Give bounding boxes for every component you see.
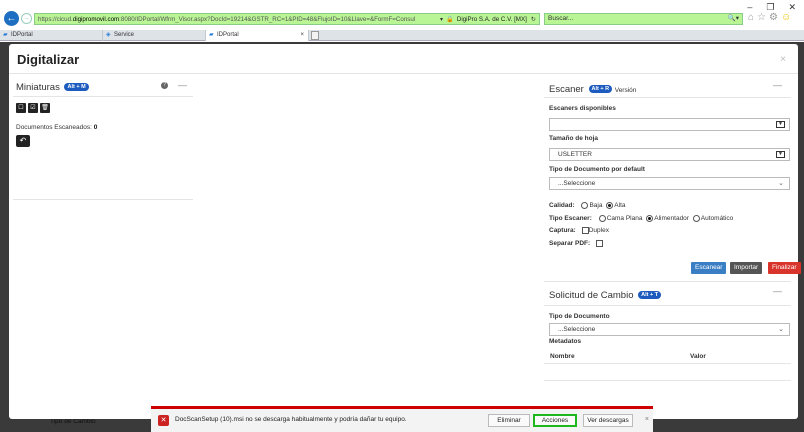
quality-high-radio[interactable] — [606, 202, 614, 209]
back-arrow-icon[interactable]: ← — [4, 11, 19, 26]
help-icon[interactable]: ? — [161, 82, 168, 89]
divider — [544, 305, 791, 306]
site-identity[interactable]: DigiPro S.A. de C.V. [MX] — [457, 16, 527, 23]
tab-idportal-1[interactable]: ▰ IDPortal — [0, 30, 103, 41]
tab-strip: ▰ IDPortal ◈ Service ▰ IDPortal × — [0, 30, 804, 41]
minimize-panel-icon[interactable]: — — [773, 286, 782, 296]
miniaturas-title: Miniaturas Alt + M — [16, 82, 89, 93]
flatbed-radio[interactable] — [598, 215, 606, 222]
metadata-label: Metadatos — [549, 338, 582, 345]
modal-title: Digitalizar — [17, 52, 80, 67]
feedback-smiley-icon[interactable]: ☺ — [781, 12, 791, 23]
tab-idportal-active[interactable]: ▰ IDPortal × — [206, 30, 309, 41]
scanner-type-row: Tipo Escaner: Cama Plana Alimentador Aut… — [549, 215, 734, 223]
doctype-label: Tipo de Documento por default — [549, 166, 645, 173]
escaner-panel: Escaner Alt + R Versión — Escaners dispo… — [544, 76, 801, 286]
divider — [544, 97, 791, 98]
view-downloads-button[interactable]: Ver descargas — [583, 414, 633, 427]
quality-row: Calidad: Baja Alta — [549, 202, 626, 210]
column-header-name: Nombre — [550, 353, 575, 360]
minimize-panel-icon[interactable]: — — [178, 80, 187, 90]
address-bar[interactable]: https://cicud.digipromovil.com:8080/IDPo… — [34, 13, 540, 25]
miniaturas-panel: Miniaturas Alt + M ? — ☐ ☑ 🗑 Documentos … — [13, 76, 193, 200]
scan-button[interactable]: Escanear — [691, 262, 727, 274]
browser-chrome: – ❐ ✕ ← → https://cicud.digipromovil.com… — [0, 0, 804, 42]
select-all-icon[interactable]: ☑ — [28, 103, 38, 113]
chevron-down-icon: ⌄ — [778, 326, 784, 333]
duplex-checkbox[interactable] — [581, 227, 589, 234]
actions-button[interactable]: Acciones — [533, 414, 577, 427]
delete-button[interactable]: Eliminar — [488, 414, 530, 427]
lock-icon[interactable]: 🔒 — [446, 15, 454, 23]
escaner-title: Escaner Alt + R Versión — [549, 84, 637, 95]
refresh-icon[interactable]: ↻ — [531, 16, 536, 23]
modal-close-icon[interactable]: × — [780, 54, 786, 65]
divider — [13, 96, 193, 97]
download-warning-message: DocScanSetup (10).msi no se descarga hab… — [175, 416, 407, 423]
chevron-down-icon: ▼ — [776, 151, 785, 158]
select-none-icon[interactable]: ☐ — [16, 103, 26, 113]
close-icon[interactable]: × — [645, 416, 649, 423]
warning-shield-icon: ✕ — [158, 415, 169, 426]
size-label: Tamaño de hoja — [549, 135, 598, 142]
doctype-label: Tipo de Documento — [549, 313, 610, 320]
download-notification-bar: ✕ DocScanSetup (10).msi no se descarga h… — [151, 406, 653, 432]
undo-icon[interactable]: ↶ — [16, 135, 30, 147]
divider — [9, 73, 798, 74]
split-pdf-checkbox[interactable] — [596, 240, 604, 247]
background-label: Tipo de Cambio — [50, 418, 96, 425]
column-header-value: Valor — [690, 353, 706, 360]
divider — [544, 380, 791, 381]
new-tab-button[interactable] — [311, 31, 319, 40]
doctype-select[interactable]: ...Seleccione ⌄ — [549, 177, 790, 190]
search-input[interactable]: Buscar... 🔍▾ — [544, 13, 743, 25]
import-button[interactable]: Importar — [730, 262, 763, 274]
shortcut-badge: Alt + T — [638, 291, 662, 300]
feeder-radio[interactable] — [646, 215, 654, 222]
minimize-panel-icon[interactable]: — — [773, 80, 782, 90]
auto-radio[interactable] — [692, 215, 700, 222]
capture-row: Captura: Duplex — [549, 227, 609, 235]
favorites-star-icon[interactable]: ☆ — [757, 12, 766, 23]
page-icon: ◈ — [106, 32, 111, 38]
solicitud-title: Solicitud de Cambio Alt + T — [549, 290, 662, 301]
url-text: https://cicud.digipromovil.com:8080/IDPo… — [38, 15, 416, 23]
divider — [544, 363, 791, 364]
shortcut-badge: Alt + R — [588, 85, 613, 94]
search-placeholder: Buscar... — [548, 15, 574, 22]
change-doctype-select[interactable]: ...Seleccione ⌄ — [549, 323, 790, 336]
quality-low-radio[interactable] — [581, 202, 589, 209]
split-pdf-row: Separar PDF: — [549, 240, 604, 247]
settings-gear-icon[interactable]: ⚙ — [769, 12, 778, 23]
dropdown-arrow-icon[interactable]: ▾ — [440, 16, 443, 23]
chevron-down-icon: ▼ — [776, 121, 785, 128]
paper-size-select[interactable]: USLETTER ▼ — [549, 148, 790, 161]
scanners-label: Escaners disponibles — [549, 105, 616, 112]
tab-service[interactable]: ◈ Service — [103, 30, 206, 41]
scanners-select[interactable]: ▼ — [549, 118, 790, 131]
close-tab-icon[interactable]: × — [300, 30, 304, 41]
trash-icon[interactable]: 🗑 — [40, 103, 50, 113]
page-icon: ▰ — [209, 32, 214, 38]
home-icon[interactable]: ⌂ — [748, 12, 754, 23]
shortcut-badge: Alt + M — [64, 83, 89, 92]
finish-button[interactable]: Finalizar — [768, 262, 801, 274]
search-icon[interactable]: 🔍▾ — [728, 14, 739, 24]
page-icon: ▰ — [3, 32, 8, 38]
digitalizar-modal: Digitalizar × Miniaturas Alt + M ? — ☐ ☑… — [9, 44, 801, 419]
forward-arrow-icon[interactable]: → — [21, 13, 32, 24]
divider — [13, 199, 193, 200]
scanned-docs-count: Documentos Escaneados: 0 — [16, 124, 98, 131]
solicitud-panel: Solicitud de Cambio Alt + T — Tipo de Do… — [544, 282, 791, 382]
chevron-down-icon: ⌄ — [778, 180, 784, 187]
